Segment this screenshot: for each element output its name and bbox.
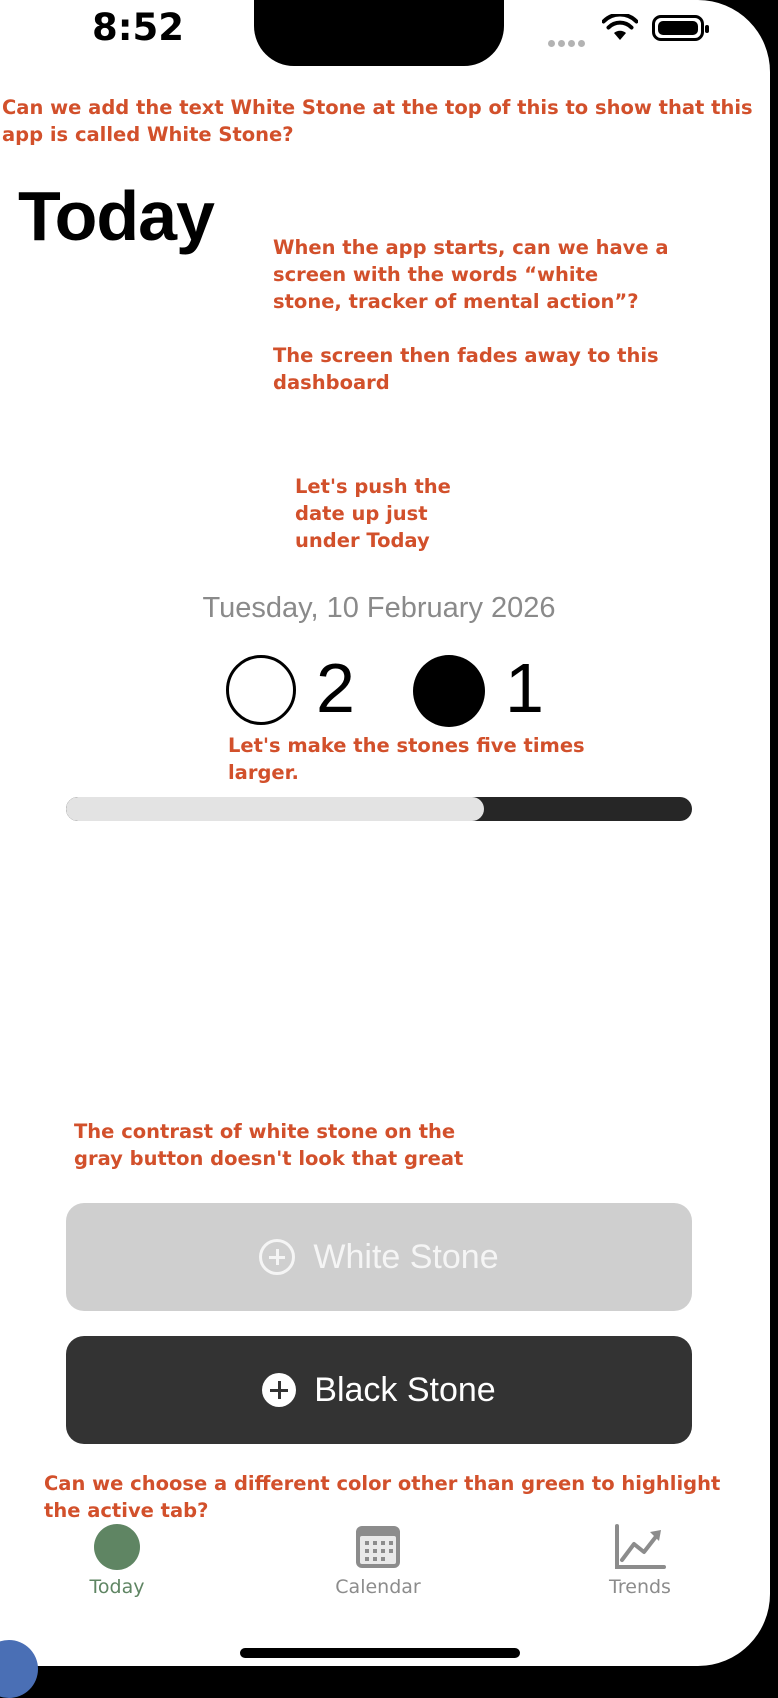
black-stone-count: 1 (505, 649, 544, 727)
annotation-note-contrast: The contrast of white stone on the gray … (74, 1120, 464, 1170)
date-label: Tuesday, 10 February 2026 (202, 592, 556, 624)
filled-circle-icon (94, 1524, 140, 1570)
tab-today-label: Today (89, 1576, 145, 1598)
white-stone-count: 2 (316, 649, 355, 727)
chart-line-icon (615, 1524, 666, 1569)
cellular-signal-icon (548, 32, 590, 47)
phone-screen: 8:52 Can we add the text White Stone at … (0, 0, 770, 1666)
annotation-note-stones: Let's make the stones five times larger. (228, 734, 585, 784)
calendar-icon (356, 1526, 400, 1568)
annotation-note-splash: When the app starts, can we have a scree… (273, 236, 669, 394)
white-stone-icon (226, 655, 296, 725)
home-indicator (240, 1648, 520, 1658)
tab-calendar-label: Calendar (335, 1576, 421, 1598)
status-time: 8:52 (92, 6, 185, 49)
white-ratio-fill (66, 797, 484, 821)
tab-calendar[interactable]: Calendar (293, 1522, 463, 1598)
tab-today[interactable]: Today (32, 1522, 202, 1598)
black-stone-button-label: Black Stone (314, 1370, 496, 1409)
tab-trends-label: Trends (609, 1576, 671, 1598)
annotation-note-title: Can we add the text White Stone at the t… (2, 96, 753, 146)
page-title: Today (18, 177, 215, 255)
white-stone-button-label: White Stone (313, 1237, 499, 1276)
tab-trends[interactable]: Trends (555, 1522, 725, 1598)
dynamic-island (254, 0, 504, 66)
plus-circle-icon (259, 1239, 296, 1275)
battery-icon (652, 15, 709, 41)
annotation-note-date: Let's push the date up just under Today (295, 475, 451, 552)
add-black-stone-button[interactable]: Black Stone (66, 1336, 692, 1444)
stone-ratio-bar (66, 797, 692, 821)
plus-circle-fill-icon (262, 1373, 297, 1407)
annotation-note-tab-color: Can we choose a different color other th… (44, 1472, 721, 1522)
black-stone-icon (413, 655, 485, 727)
add-white-stone-button[interactable]: White Stone (66, 1203, 692, 1311)
wifi-icon (602, 14, 638, 40)
